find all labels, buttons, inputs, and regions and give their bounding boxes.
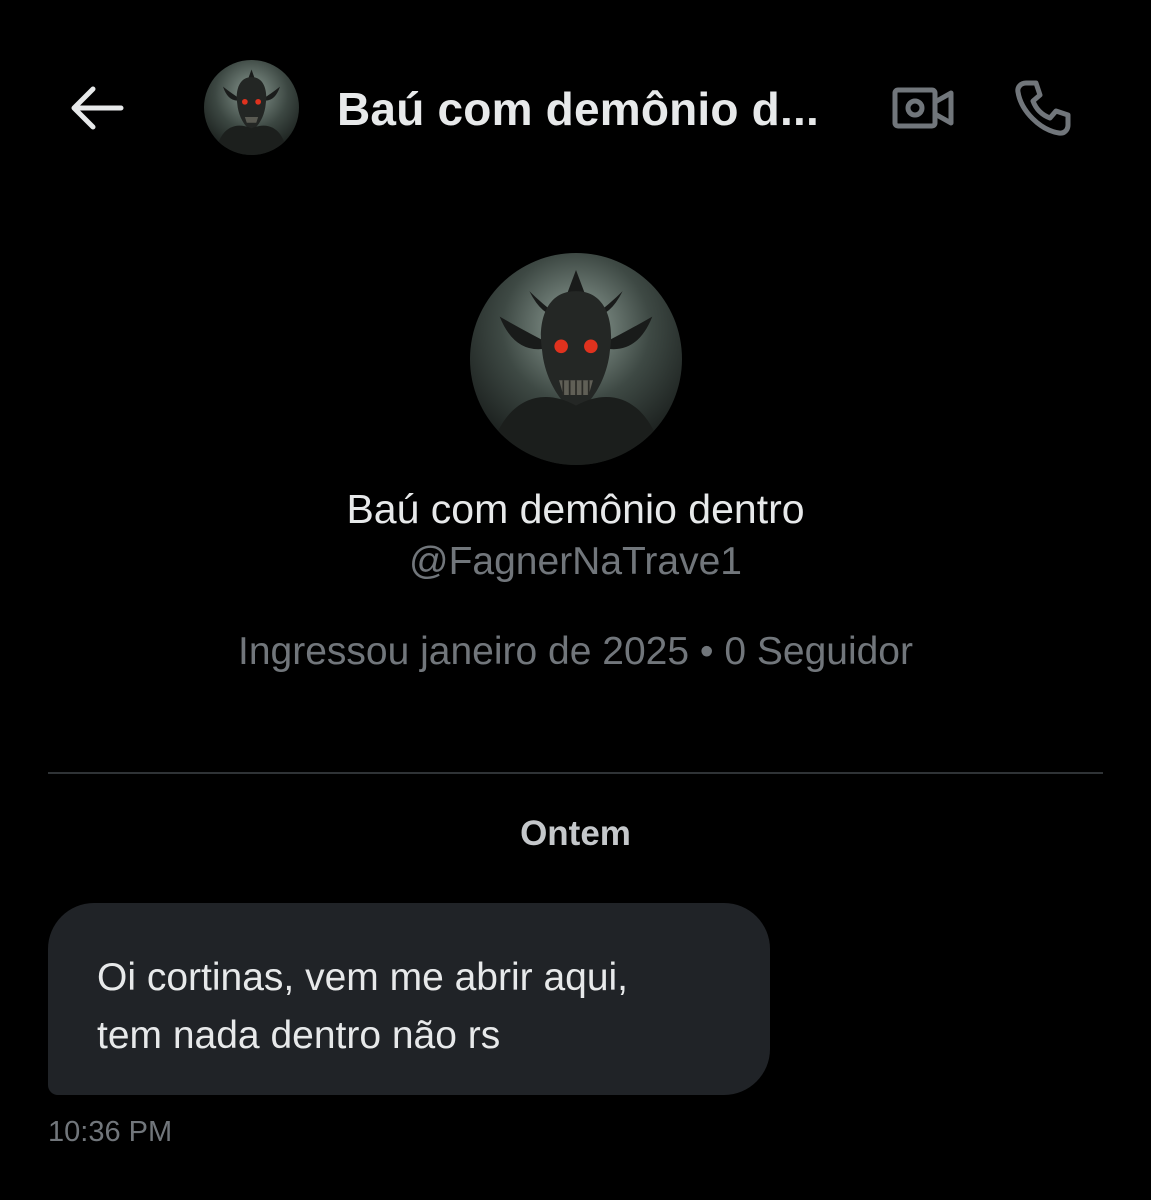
received-message-bubble[interactable]: Oi cortinas, vem me abrir aqui, tem nada… [48,903,770,1095]
profile-avatar[interactable] [470,253,682,465]
voice-call-button[interactable] [1008,76,1078,140]
profile-join-info: Ingressou janeiro de 2025 • 0 Seguidor [238,630,913,673]
message-text: Oi cortinas, vem me abrir aqui, tem nada… [97,956,629,1057]
arrow-left-icon [71,86,124,130]
message-timestamp: 10:36 PM [48,1116,173,1148]
date-separator: Ontem [520,814,631,853]
back-button[interactable] [62,78,132,138]
demon-avatar-image [470,253,682,465]
demon-avatar-image [204,60,299,155]
header-avatar[interactable] [204,60,299,155]
phone-icon [1015,80,1071,136]
profile-handle[interactable]: @FagnerNaTrave1 [0,540,1151,584]
divider [48,772,1103,774]
profile-name: Baú com demônio dentro [346,486,805,532]
dm-conversation-screen: Baú com demônio d... Baú com demônio den… [0,0,1151,1200]
video-camera-icon [892,87,954,129]
conversation-header: Baú com demônio d... [0,0,1151,215]
conversation-title[interactable]: Baú com demônio d... [337,82,819,136]
video-call-button[interactable] [888,78,958,138]
